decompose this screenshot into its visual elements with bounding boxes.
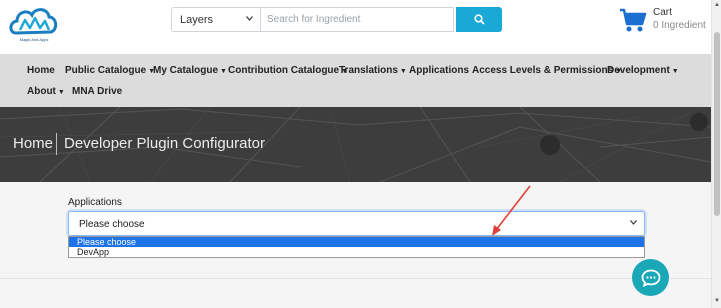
dropdown-option-devapp[interactable]: DevApp — [69, 247, 644, 257]
page-title: Developer Plugin Configurator — [64, 135, 265, 152]
site-header: Magic And Apps Layers Search for Ingredi… — [0, 0, 711, 54]
nav-item-my-catalogue[interactable]: My Catalogue ▼ — [153, 65, 227, 76]
caret-down-icon: ▼ — [220, 68, 227, 75]
applications-dropdown-list: Please choose DevApp — [68, 236, 645, 258]
annotation-arrow-icon — [492, 185, 531, 236]
cart-count: 0 Ingredient — [653, 20, 706, 31]
dropdown-option-please-choose[interactable]: Please choose — [69, 237, 644, 247]
search-bar: Layers Search for Ingredient — [171, 7, 502, 32]
search-button[interactable] — [456, 7, 502, 32]
nav-item-public-catalogue[interactable]: Public Catalogue ▼ — [65, 65, 155, 76]
chat-button[interactable] — [632, 259, 669, 296]
applications-select-value: Please choose — [79, 219, 145, 230]
chevron-down-icon — [246, 16, 253, 21]
page-scrollbar[interactable]: ▲ ▼ — [711, 0, 721, 308]
chevron-down-icon — [630, 220, 637, 225]
search-icon — [473, 14, 485, 25]
scroll-up-icon[interactable]: ▲ — [714, 2, 720, 8]
site-logo[interactable]: Magic And Apps — [6, 3, 62, 49]
breadcrumb-separator — [56, 133, 57, 155]
cloud-logo-icon: Magic And Apps — [9, 8, 58, 42]
cart-title[interactable]: Cart — [653, 7, 672, 18]
page-banner: Home Developer Plugin Configurator — [0, 107, 711, 182]
nav-item-home[interactable]: Home — [27, 65, 55, 76]
section-divider — [0, 278, 711, 279]
nav-item-access-levels[interactable]: Access Levels & Permissions ▼ — [472, 65, 622, 76]
scroll-down-icon[interactable]: ▼ — [714, 298, 720, 304]
cart-icon[interactable] — [619, 8, 647, 34]
nav-item-translations[interactable]: Translations ▼ — [339, 65, 407, 76]
caret-down-icon: ▼ — [671, 68, 679, 75]
scrollbar-thumb[interactable] — [714, 32, 720, 216]
chat-bubble-icon — [641, 269, 660, 287]
svg-text:Magic And Apps: Magic And Apps — [20, 37, 49, 42]
nav-item-applications[interactable]: Applications — [409, 65, 469, 76]
search-category-select[interactable]: Layers — [171, 7, 261, 32]
nav-item-about[interactable]: About ▼ — [27, 86, 65, 97]
main-nav: Home Public Catalogue ▼ My Catalogue ▼ Con… — [0, 54, 711, 107]
search-category-value: Layers — [180, 13, 214, 26]
search-placeholder: Search for Ingredient — [267, 14, 361, 25]
nav-item-development[interactable]: Development ▼ — [607, 65, 679, 76]
caret-down-icon: ▼ — [399, 68, 407, 75]
nav-item-contribution-catalogue[interactable]: Contribution Catalogue ▼ — [228, 65, 348, 76]
breadcrumb-home[interactable]: Home — [13, 135, 53, 152]
applications-label: Applications — [68, 197, 122, 208]
caret-down-icon: ▼ — [57, 89, 65, 96]
applications-select[interactable]: Please choose — [68, 211, 645, 236]
nav-item-mna-drive[interactable]: MNA Drive — [72, 86, 122, 97]
search-input[interactable]: Search for Ingredient — [261, 7, 454, 32]
